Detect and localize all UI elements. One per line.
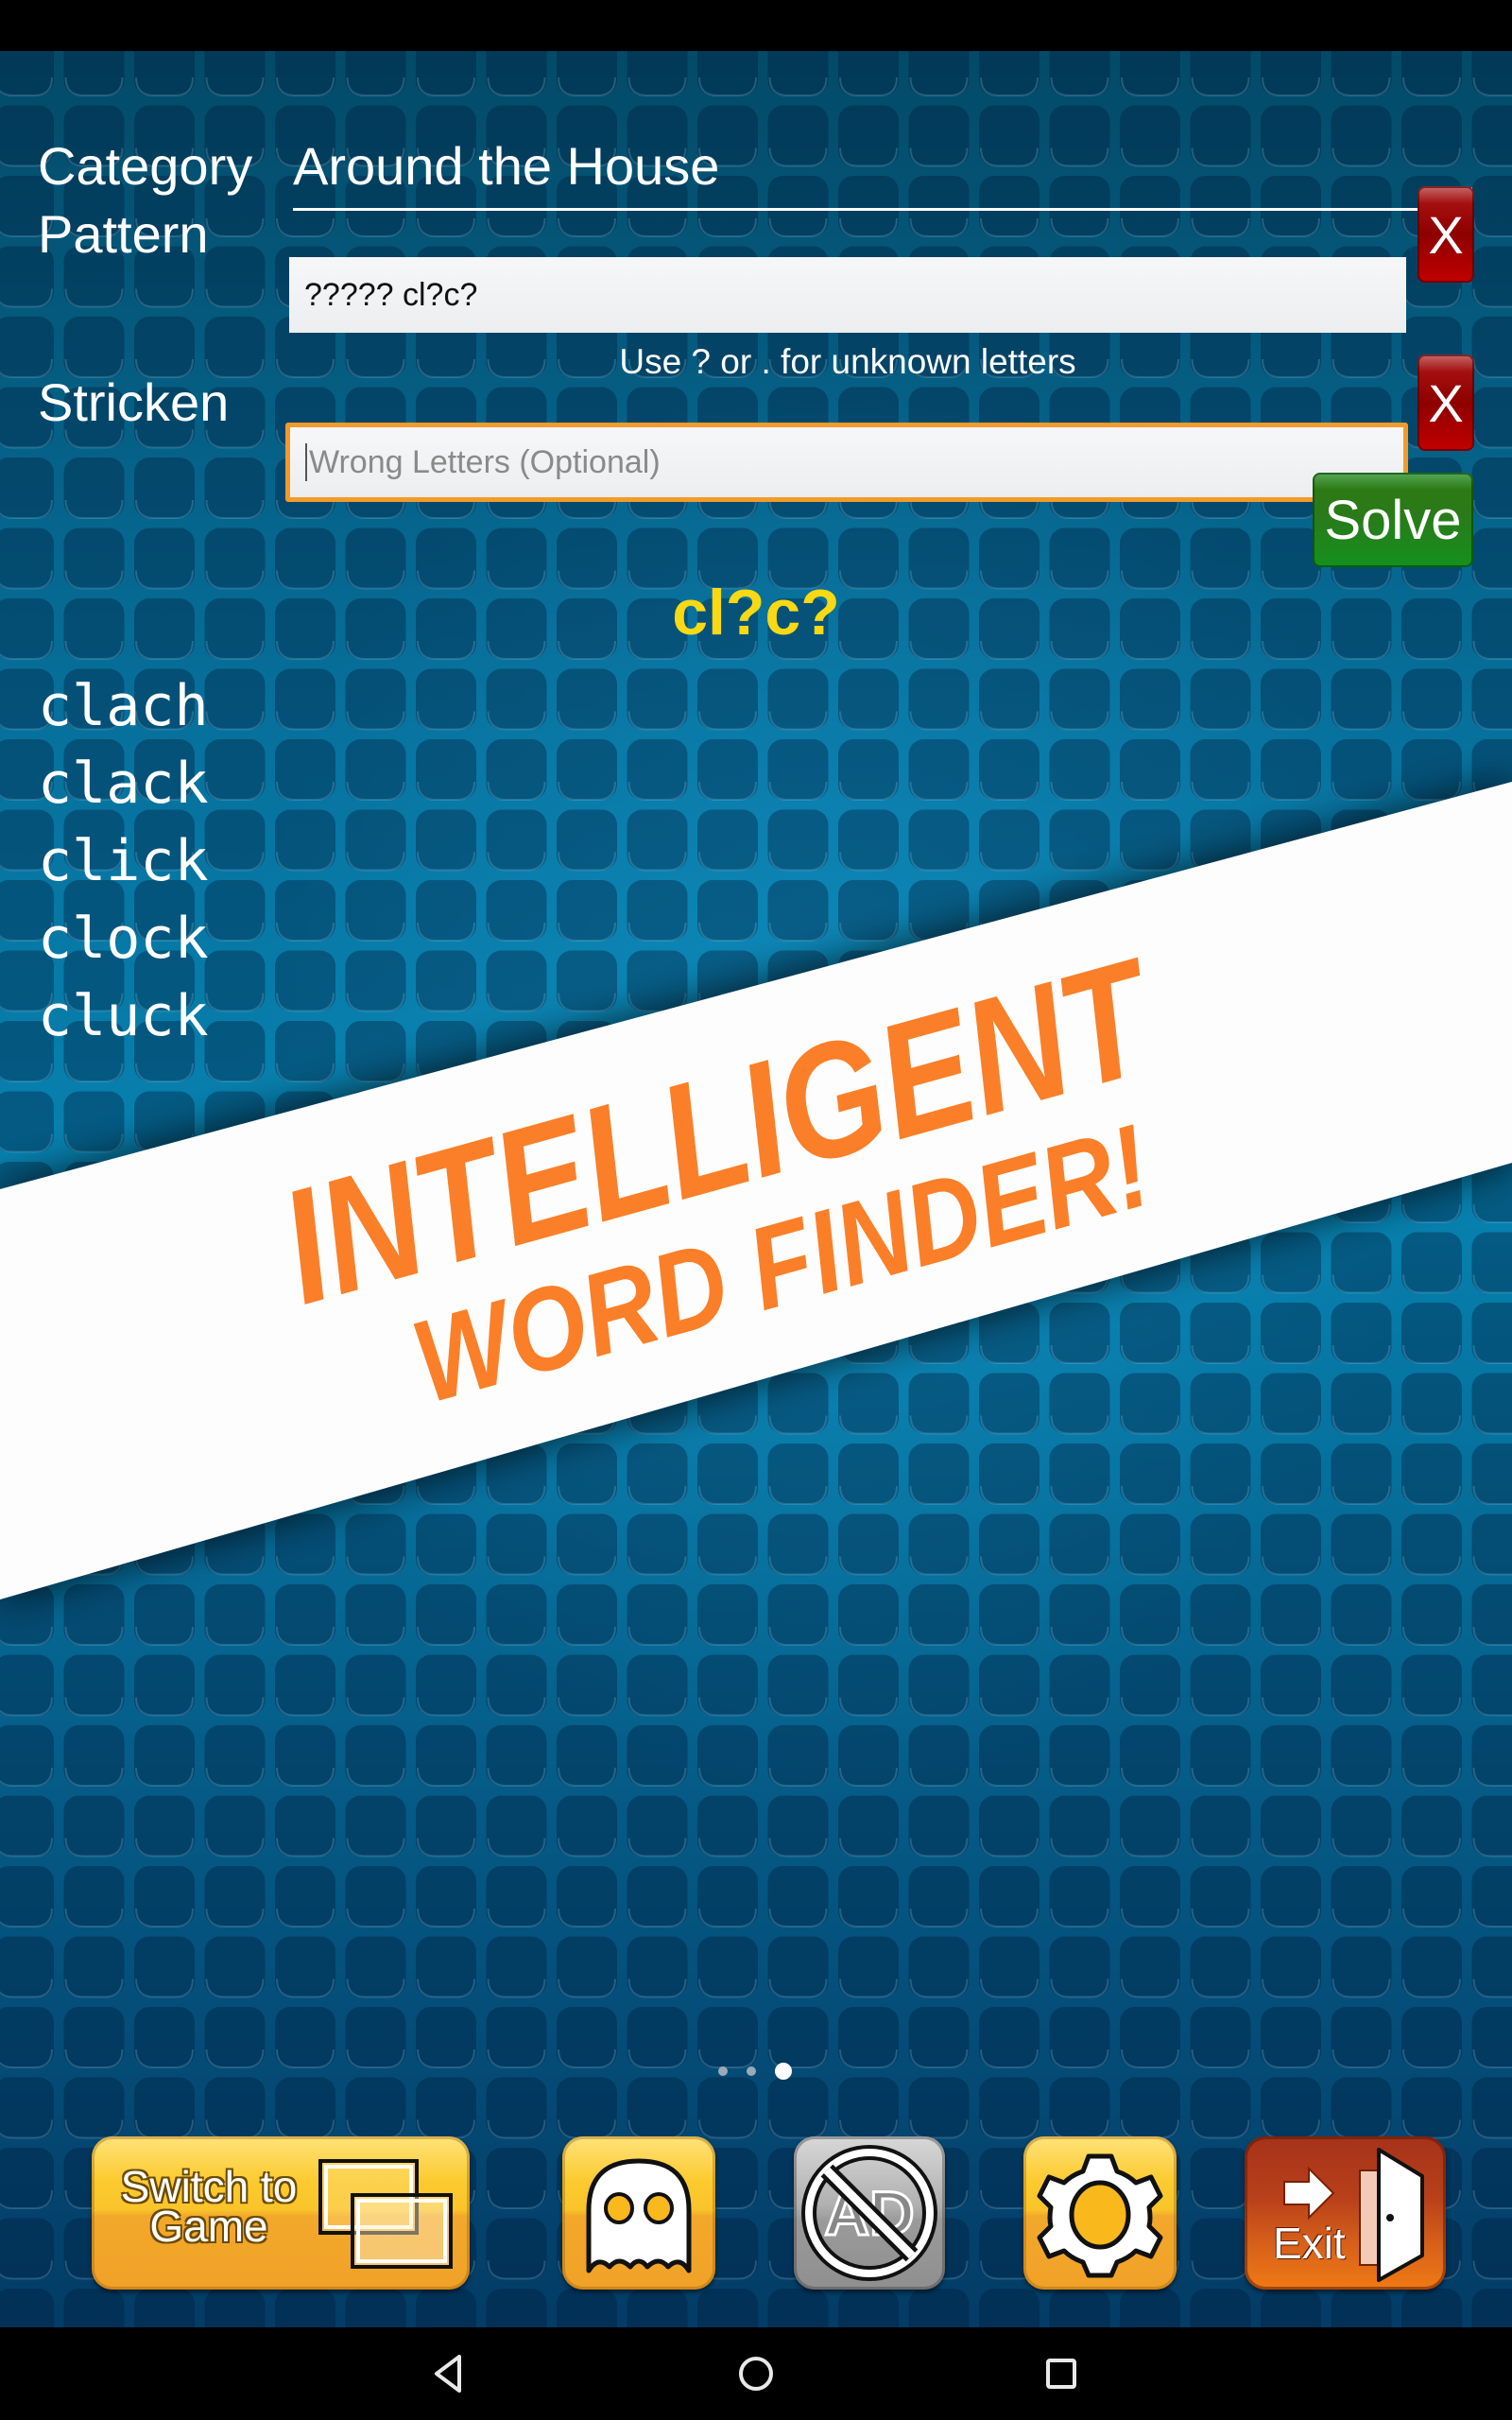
app-screen: Category Around the House Pattern ????? … — [0, 51, 1512, 2327]
clear-stricken-label: X — [1428, 372, 1464, 433]
exit-button[interactable]: Exit — [1245, 2136, 1446, 2290]
pattern-hint: Use ? or . for unknown letters — [619, 342, 1076, 381]
exit-arrow-icon — [1283, 2166, 1335, 2221]
switch-label-line-1: Switch to — [120, 2162, 298, 2211]
text-cursor — [305, 443, 307, 481]
solve-button[interactable]: Solve — [1313, 473, 1473, 567]
ghost-button[interactable] — [562, 2136, 715, 2290]
pattern-input-value: ????? cl?c? — [304, 276, 478, 313]
switch-to-game-label: Switch to Game — [105, 2162, 313, 2251]
results-list: clach clack click clock cluck — [38, 667, 209, 1055]
remove-ads-button[interactable]: AD — [794, 2136, 945, 2290]
page-dot[interactable] — [718, 2066, 728, 2076]
result-word[interactable]: clach — [38, 667, 209, 745]
ghost-icon — [586, 2158, 692, 2273]
query-echo: cl?c? — [672, 577, 840, 648]
stricken-placeholder: Wrong Letters (Optional) — [309, 443, 661, 480]
no-ads-icon: AD — [801, 2145, 937, 2281]
page-indicator — [718, 2063, 792, 2080]
solve-label: Solve — [1324, 489, 1462, 551]
category-value: Around the House — [293, 136, 720, 196]
clear-pattern-label: X — [1428, 204, 1464, 265]
page-dot-active[interactable] — [775, 2063, 792, 2080]
home-circle-icon[interactable] — [735, 2353, 777, 2394]
gear-icon — [1037, 2153, 1163, 2278]
category-label: Category — [38, 136, 253, 196]
switch-windows-icon — [318, 2159, 453, 2269]
stricken-label: Stricken — [38, 372, 230, 432]
door-icon — [1359, 2148, 1424, 2282]
clear-pattern-button[interactable]: X — [1418, 186, 1474, 283]
status-bar — [0, 0, 1512, 51]
pattern-input[interactable]: ????? cl?c? — [289, 257, 1406, 333]
category-dropdown[interactable]: Around the House — [293, 132, 1472, 211]
result-word[interactable]: clock — [38, 900, 209, 977]
switch-label-line-2: Game — [149, 2202, 268, 2251]
recents-square-icon[interactable] — [1042, 2355, 1080, 2393]
pattern-label: Pattern — [38, 204, 209, 264]
back-triangle-icon[interactable] — [431, 2353, 469, 2394]
exit-label: Exit — [1273, 2219, 1346, 2268]
page-dot[interactable] — [747, 2066, 756, 2076]
switch-to-game-button[interactable]: Switch to Game — [92, 2136, 470, 2290]
clear-stricken-button[interactable]: X — [1418, 354, 1474, 451]
result-word[interactable]: clack — [38, 745, 209, 822]
result-word[interactable]: click — [38, 822, 209, 900]
stricken-input[interactable]: Wrong Letters (Optional) — [285, 423, 1408, 502]
result-word[interactable]: cluck — [38, 977, 209, 1055]
settings-button[interactable] — [1023, 2136, 1177, 2290]
